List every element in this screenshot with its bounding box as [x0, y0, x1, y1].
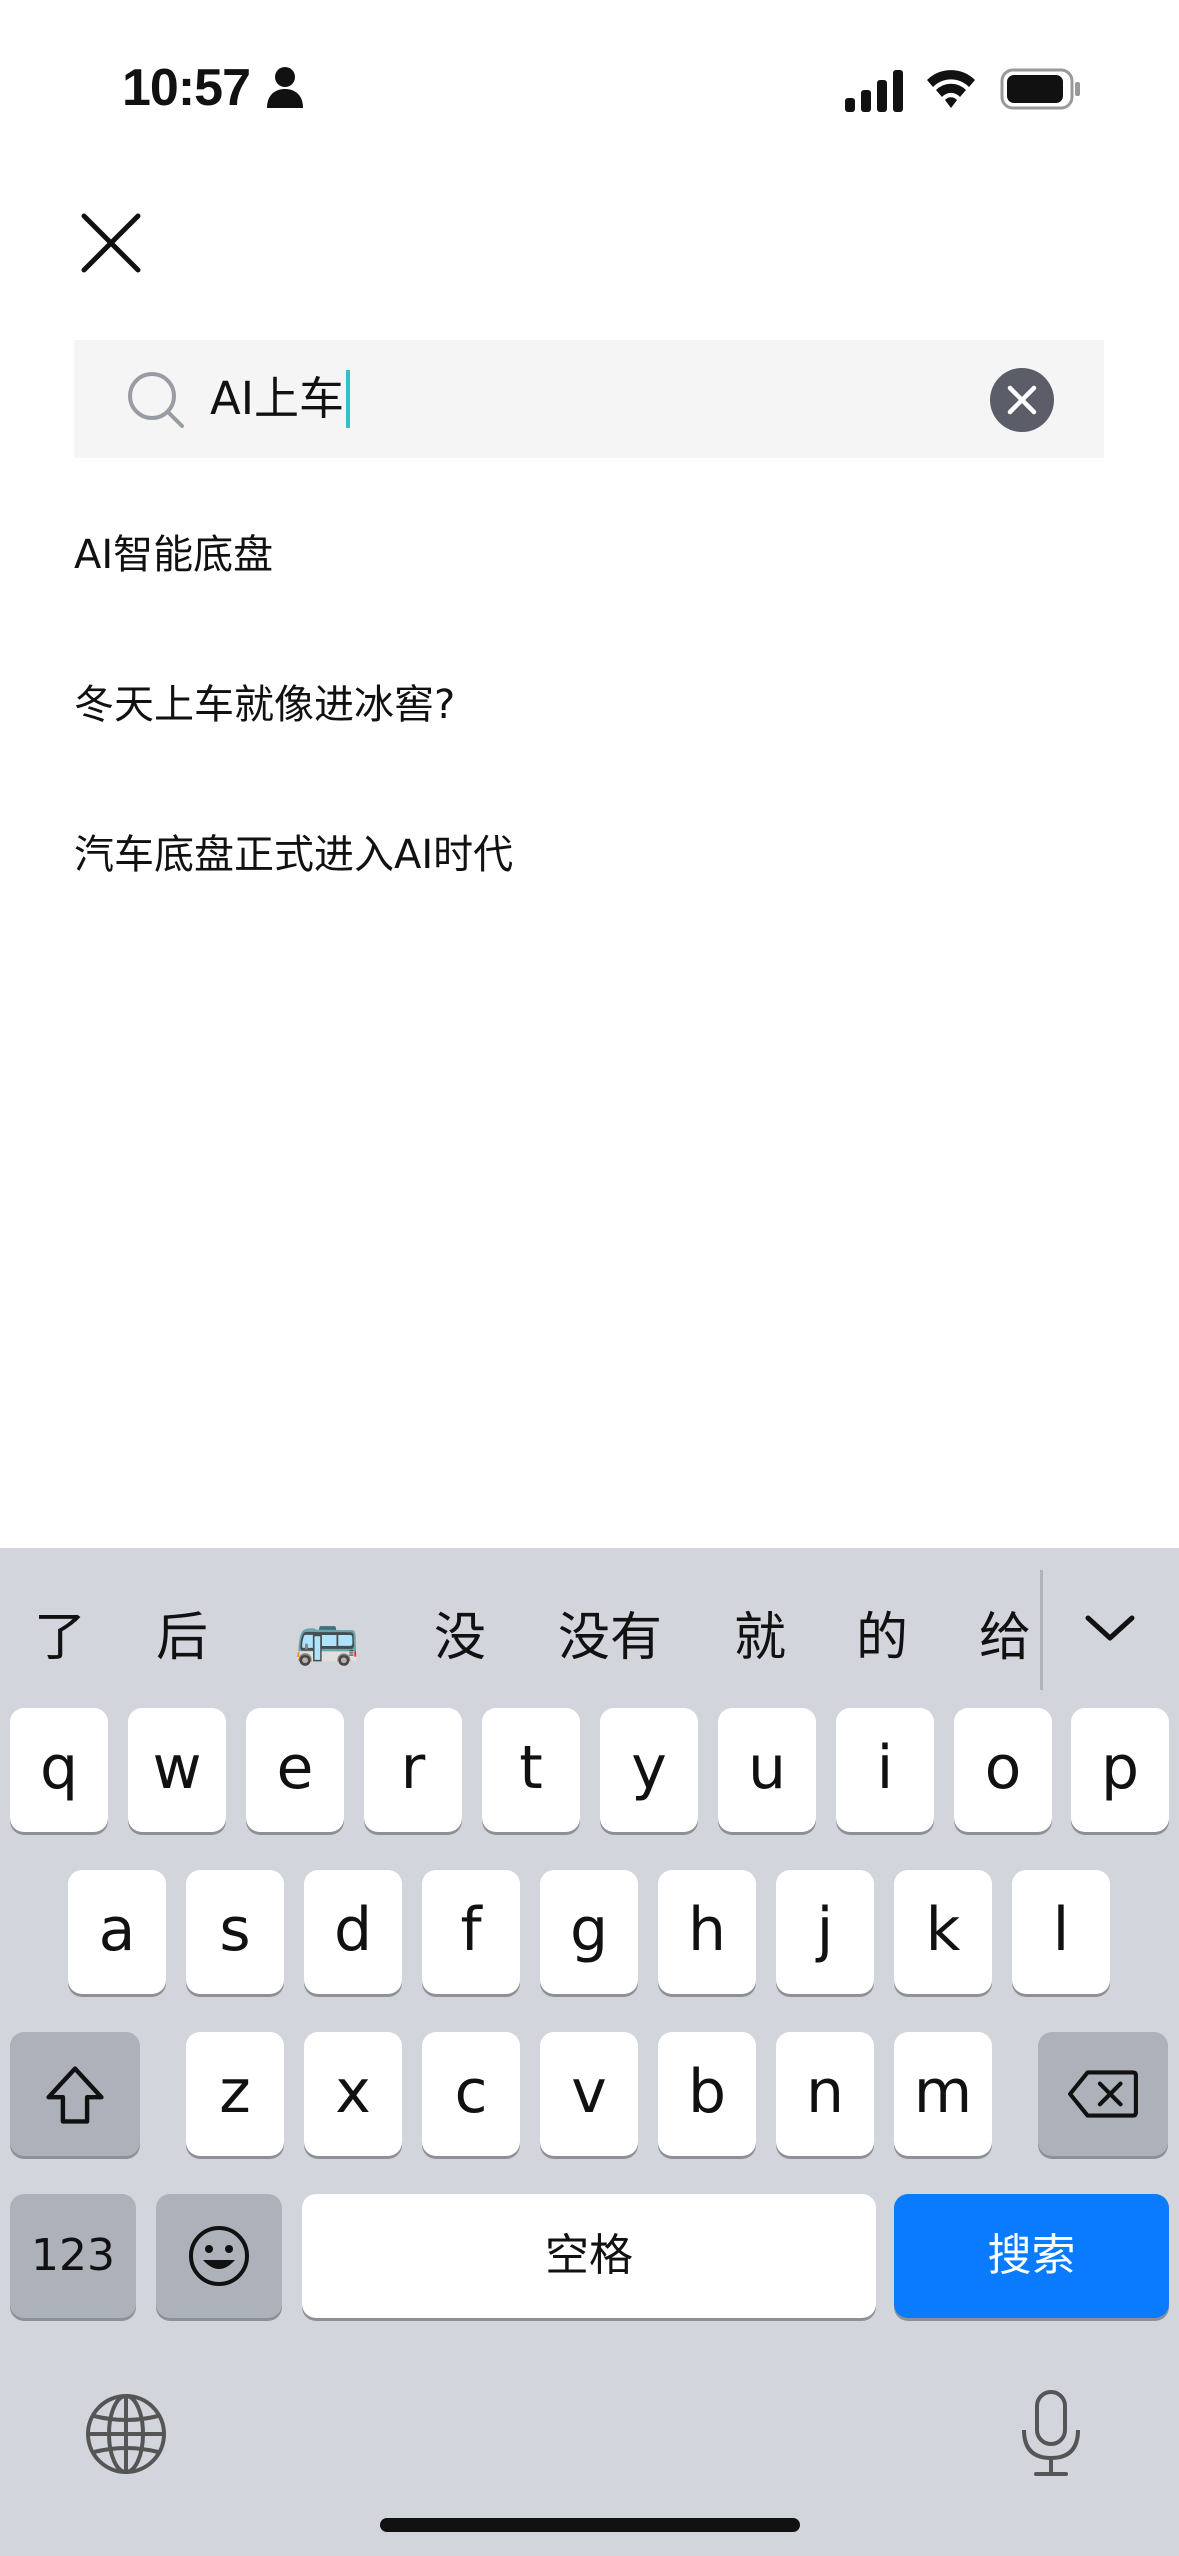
space-key[interactable]: 空格 [302, 2194, 876, 2318]
candidate-word[interactable]: 了 [30, 1603, 90, 1673]
key-l[interactable]: l [1012, 1870, 1110, 1994]
search-icon [128, 372, 184, 428]
key-e[interactable]: e [246, 1708, 344, 1832]
globe-icon[interactable] [84, 2392, 168, 2476]
key-o[interactable]: o [954, 1708, 1052, 1832]
wifi-icon [927, 70, 975, 108]
key-w[interactable]: w [128, 1708, 226, 1832]
cellular-signal-icon [845, 70, 903, 112]
key-c[interactable]: c [422, 2032, 520, 2156]
keyboard: 了 后 🚌 没 没有 就 的 给 q w e r t y u i o p a s… [0, 1548, 1179, 2556]
clear-search-button[interactable] [990, 368, 1054, 432]
shift-arrow-icon [46, 2066, 104, 2124]
clear-icon [1007, 385, 1037, 415]
search-bar[interactable]: AI上车 [74, 340, 1104, 458]
key-h[interactable]: h [658, 1870, 756, 1994]
candidate-word[interactable]: 没有 [555, 1603, 665, 1673]
suggestion-item[interactable]: 冬天上车就像进冰窖? [74, 670, 1104, 740]
key-n[interactable]: n [776, 2032, 874, 2156]
suggestion-item[interactable]: AI智能底盘 [74, 520, 1104, 590]
key-p[interactable]: p [1071, 1708, 1169, 1832]
key-t[interactable]: t [482, 1708, 580, 1832]
text-caret [346, 370, 351, 428]
key-q[interactable]: q [10, 1708, 108, 1832]
search-query-text: AI上车 [210, 372, 345, 425]
candidate-word[interactable]: 给 [975, 1603, 1035, 1673]
candidate-word[interactable]: 没 [430, 1603, 490, 1673]
search-input[interactable]: AI上车 [210, 364, 910, 434]
key-k[interactable]: k [894, 1870, 992, 1994]
close-button[interactable] [80, 212, 142, 274]
key-i[interactable]: i [836, 1708, 934, 1832]
person-icon [267, 67, 303, 108]
key-v[interactable]: v [540, 2032, 638, 2156]
delete-backspace-icon [1068, 2070, 1138, 2118]
key-m[interactable]: m [894, 2032, 992, 2156]
bus-emoji-candidate[interactable]: 🚌 [292, 1603, 362, 1673]
key-j[interactable]: j [776, 1870, 874, 1994]
candidate-word[interactable]: 后 [152, 1603, 212, 1673]
status-time: 10:57 [122, 59, 251, 117]
key-x[interactable]: x [304, 2032, 402, 2156]
key-s[interactable]: s [186, 1870, 284, 1994]
key-a[interactable]: a [68, 1870, 166, 1994]
key-f[interactable]: f [422, 1870, 520, 1994]
candidate-word[interactable]: 就 [730, 1603, 790, 1673]
candidate-word[interactable]: 的 [852, 1603, 912, 1673]
home-indicator[interactable] [380, 2518, 800, 2532]
emoji-key[interactable] [156, 2194, 282, 2318]
candidate-divider [1040, 1570, 1043, 1690]
key-g[interactable]: g [540, 1870, 638, 1994]
key-z[interactable]: z [186, 2032, 284, 2156]
numbers-key[interactable]: 123 [10, 2194, 136, 2318]
suggestion-item[interactable]: 汽车底盘正式进入AI时代 [74, 820, 1104, 890]
key-y[interactable]: y [600, 1708, 698, 1832]
candidate-bar: 了 后 🚌 没 没有 就 的 给 [0, 1548, 1179, 1698]
key-r[interactable]: r [364, 1708, 462, 1832]
microphone-icon[interactable] [1014, 2388, 1088, 2480]
key-d[interactable]: d [304, 1870, 402, 1994]
key-b[interactable]: b [658, 2032, 756, 2156]
shift-key[interactable] [10, 2032, 140, 2156]
chevron-down-icon[interactable] [1080, 1598, 1140, 1658]
search-key[interactable]: 搜索 [894, 2194, 1169, 2318]
key-u[interactable]: u [718, 1708, 816, 1832]
emoji-face-icon [189, 2226, 249, 2286]
delete-key[interactable] [1038, 2032, 1168, 2156]
battery-icon [1000, 68, 1080, 110]
